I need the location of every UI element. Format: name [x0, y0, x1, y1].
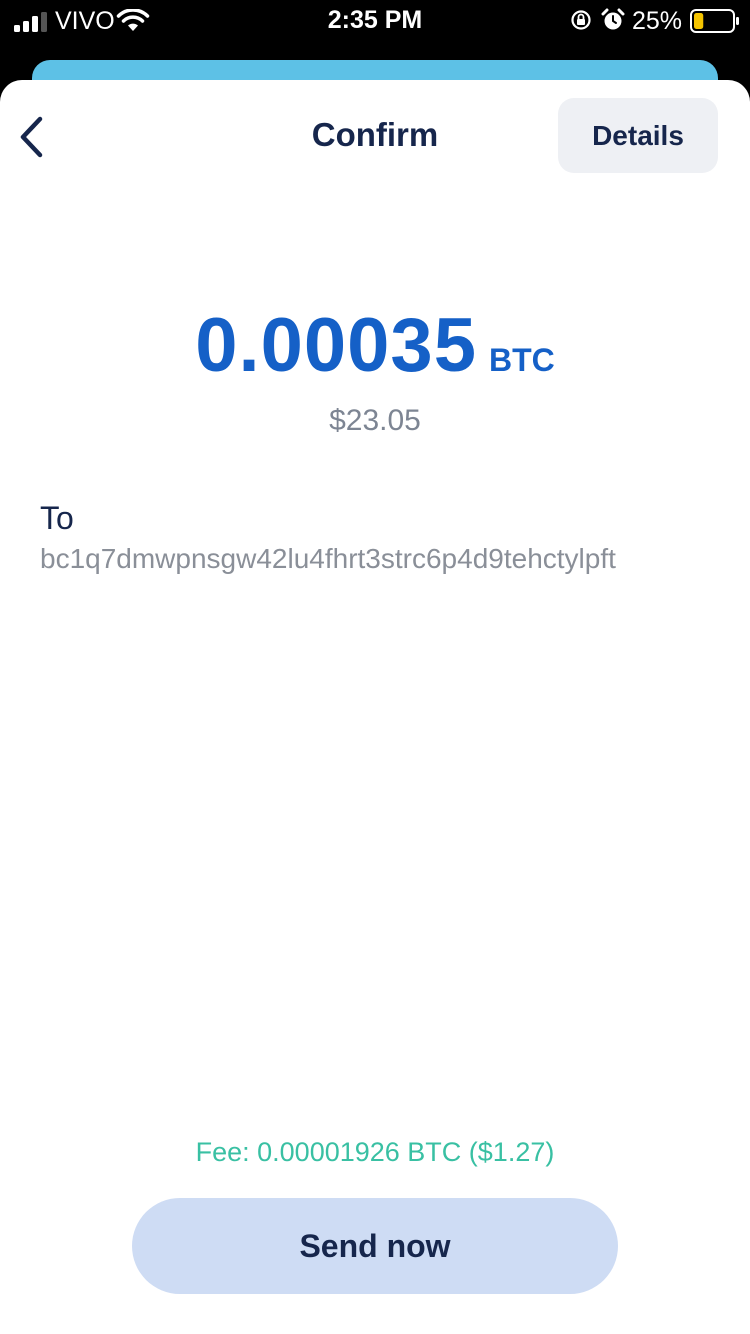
- amount-display: 0.00035 BTC: [0, 302, 750, 389]
- alarm-icon: [601, 8, 625, 30]
- confirm-sheet: Confirm Details 0.00035 BTC $23.05 To bc1…: [0, 80, 750, 1334]
- send-now-button[interactable]: Send now: [132, 1198, 618, 1294]
- details-button[interactable]: Details: [558, 98, 718, 173]
- status-bar: VIVO 2:35 PM 25%: [0, 0, 750, 42]
- battery-percent: 25%: [632, 7, 683, 35]
- recipient-address: bc1q7dmwpnsgw42lu4fhrt3strc6p4d9tehctylp…: [40, 543, 616, 574]
- amount-unit: BTC: [488, 342, 555, 378]
- orientation-lock-icon: [571, 10, 591, 30]
- battery-icon: [690, 9, 739, 33]
- fiat-amount: $23.05: [329, 404, 421, 437]
- recipient-label: To: [40, 500, 74, 536]
- fee-text: Fee: 0.00001926 BTC ($1.27): [195, 1137, 555, 1167]
- amount-value: 0.00035: [195, 303, 477, 388]
